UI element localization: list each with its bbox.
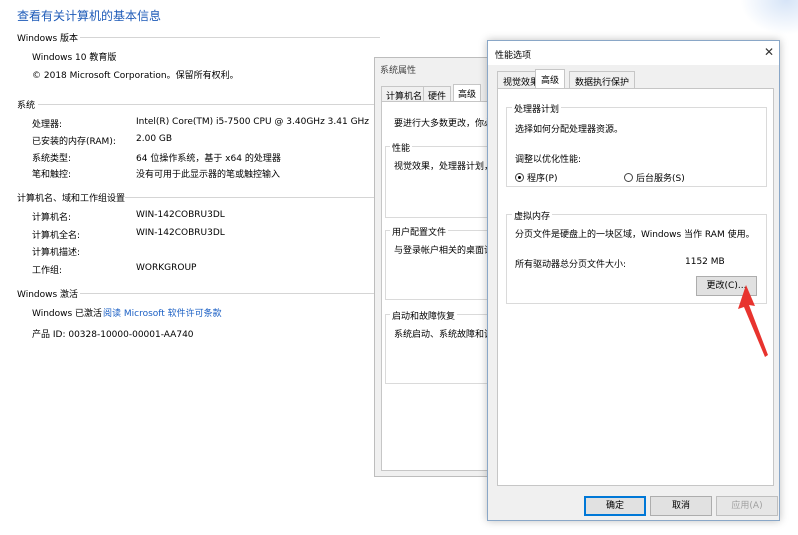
pen-touch-value: 没有可用于此显示器的笔或触控输入 <box>136 170 281 180</box>
tab-hardware[interactable]: 硬件 <box>423 86 452 102</box>
close-icon[interactable]: ✕ <box>764 45 774 59</box>
radio-programs-label: 程序(P) <box>527 174 558 184</box>
performance-desc: 视觉效果，处理器计划， <box>394 162 490 172</box>
cancel-button[interactable]: 取消 <box>650 496 712 516</box>
tab-computer-name[interactable]: 计算机名 <box>381 86 428 102</box>
workgroup-label: 工作组: <box>32 266 63 276</box>
startup-recovery-desc: 系统启动、系统故障和调 <box>394 330 490 340</box>
performance-options-dialog: 性能选项 ✕ 视觉效果 高级 数据执行保护 处理器计划 选择如何分配处理器资源。… <box>487 40 780 521</box>
title-bar[interactable] <box>488 41 779 65</box>
divider <box>38 104 380 105</box>
system-type-label: 系统类型: <box>32 154 72 164</box>
divider <box>80 293 380 294</box>
edition-name: Windows 10 教育版 <box>32 53 117 63</box>
virtual-memory-group: 虚拟内存 分页文件是硬盘上的一块区域，Windows 当作 RAM 使用。 所有… <box>506 209 767 304</box>
group-title: 虚拟内存 <box>512 209 553 222</box>
radio-unselected-icon <box>624 173 633 182</box>
group-title: 处理器计划 <box>512 102 562 115</box>
divider <box>125 197 380 198</box>
activation-status: Windows 已激活 <box>32 309 103 319</box>
page-title: 查看有关计算机的基本信息 <box>17 9 162 23</box>
dialog-title: 性能选项 <box>495 51 532 61</box>
computer-name-value: WIN-142COBRU3DL <box>136 210 225 220</box>
radio-programs[interactable]: 程序(P) <box>515 171 557 184</box>
radio-selected-icon <box>515 173 524 182</box>
tab-advanced[interactable]: 高级 <box>453 84 482 102</box>
system-properties-window: 系统属性 计算机名 硬件 高级 要进行大多数更改，你必 性能 视觉效果，处理器计… <box>374 57 494 477</box>
section-activation: Windows 激活 <box>17 290 79 300</box>
workgroup-value: WORKGROUP <box>136 263 197 273</box>
group-title: 启动和故障恢复 <box>390 309 458 322</box>
processor-scheduling-group: 处理器计划 选择如何分配处理器资源。 调整以优化性能: 程序(P) 后台服务(S… <box>506 102 767 187</box>
license-terms-link[interactable]: 阅读 Microsoft 软件许可条款 <box>103 306 222 319</box>
product-id: 产品 ID: 00328-10000-00001-AA740 <box>32 330 194 340</box>
admin-intro-text: 要进行大多数更改，你必 <box>394 119 494 129</box>
group-title: 性能 <box>390 141 413 154</box>
tab-panel: 处理器计划 选择如何分配处理器资源。 调整以优化性能: 程序(P) 后台服务(S… <box>497 88 774 486</box>
section-computer-name: 计算机名、域和工作组设置 <box>17 194 126 204</box>
tab-advanced[interactable]: 高级 <box>535 69 566 89</box>
ok-button[interactable]: 确定 <box>584 496 646 516</box>
full-name-value: WIN-142COBRU3DL <box>136 228 225 238</box>
group-title: 用户配置文件 <box>390 225 449 238</box>
ram-value: 2.00 GB <box>136 134 173 144</box>
processor-label: 处理器: <box>32 120 63 130</box>
tab-dep[interactable]: 数据执行保护 <box>569 71 636 88</box>
desktop-accent <box>740 0 798 35</box>
computer-name-label: 计算机名: <box>32 213 72 223</box>
full-name-label: 计算机全名: <box>32 231 81 241</box>
ram-label: 已安装的内存(RAM): <box>32 137 116 147</box>
radio-background-services[interactable]: 后台服务(S) <box>624 171 685 184</box>
pen-touch-label: 笔和触控: <box>32 170 72 180</box>
radio-background-label: 后台服务(S) <box>636 174 685 184</box>
user-profiles-desc: 与登录帐户相关的桌面设 <box>394 246 490 256</box>
paging-total-value: 1152 MB <box>685 257 725 267</box>
section-windows-edition: Windows 版本 <box>17 34 79 44</box>
divider <box>80 37 380 38</box>
section-system: 系统 <box>17 101 36 111</box>
startup-recovery-group: 启动和故障恢复 系统启动、系统故障和调 <box>385 309 491 384</box>
description-label: 计算机描述: <box>32 248 81 258</box>
copyright-text: © 2018 Microsoft Corporation。保留所有权利。 <box>32 71 239 81</box>
system-type-value: 64 位操作系统，基于 x64 的处理器 <box>136 154 281 164</box>
performance-group: 性能 视觉效果，处理器计划， <box>385 141 491 218</box>
annotation-arrow-icon <box>738 285 768 357</box>
adjust-label: 调整以优化性能: <box>515 155 582 165</box>
processor-desc: 选择如何分配处理器资源。 <box>515 125 624 135</box>
paging-total-label: 所有驱动器总分页文件大小: <box>515 260 627 270</box>
vmem-desc: 分页文件是硬盘上的一块区域，Windows 当作 RAM 使用。 <box>515 230 755 240</box>
user-profiles-group: 用户配置文件 与登录帐户相关的桌面设 <box>385 225 491 300</box>
window-title: 系统属性 <box>380 66 417 76</box>
apply-button[interactable]: 应用(A) <box>716 496 778 516</box>
processor-value: Intel(R) Core(TM) i5-7500 CPU @ 3.40GHz … <box>136 117 370 127</box>
